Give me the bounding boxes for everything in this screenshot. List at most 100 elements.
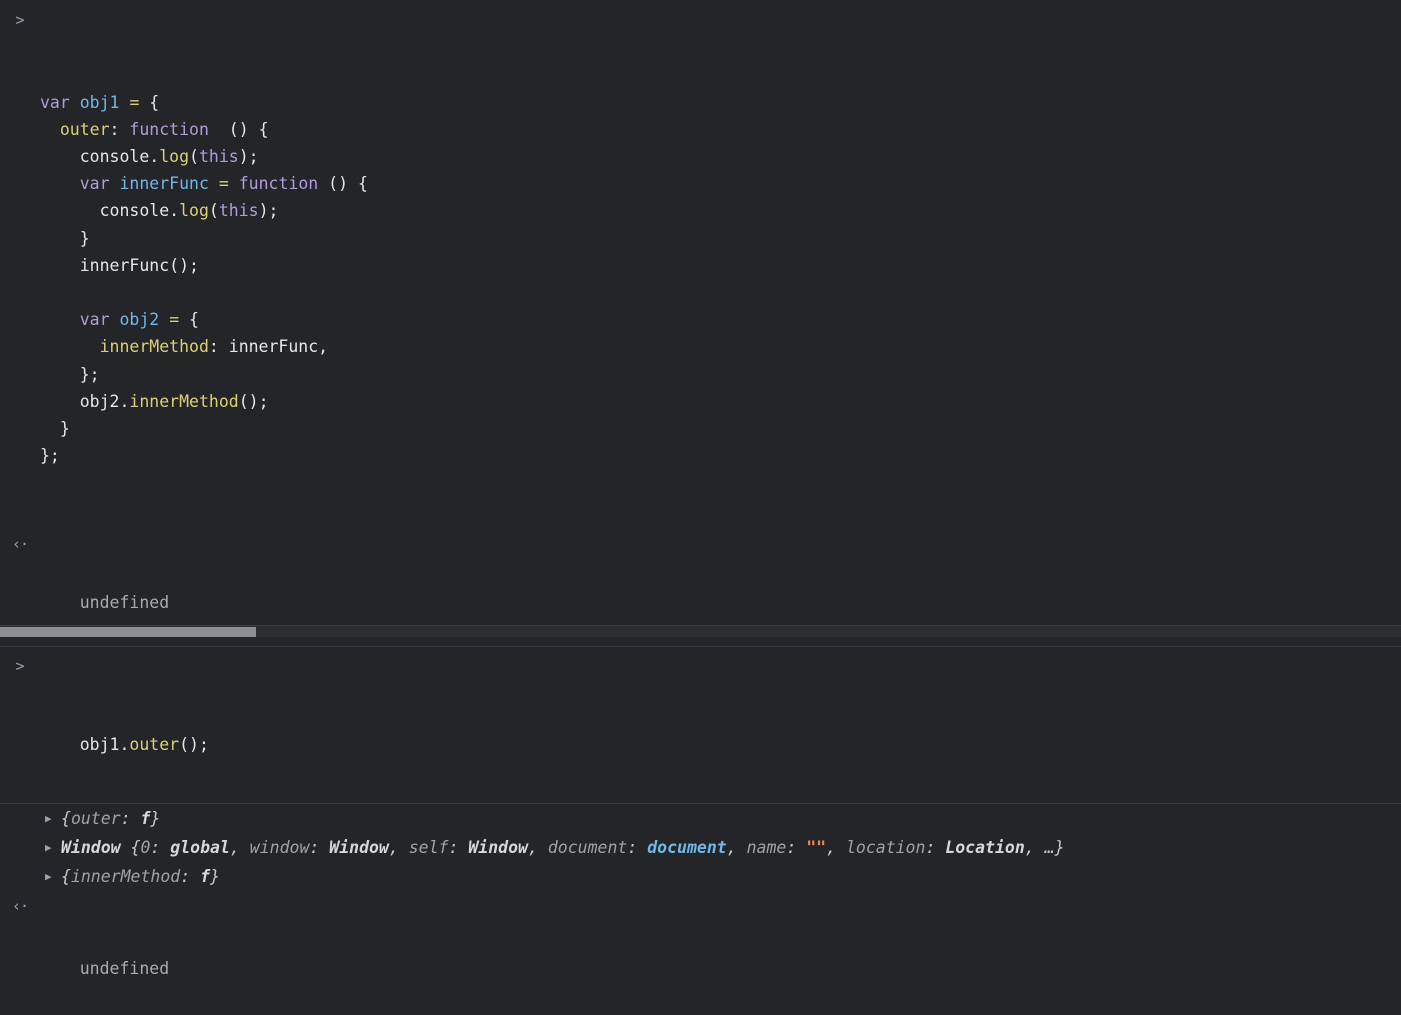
object-preview-text: Window {0: global, window: Window, self:… — [45, 833, 1065, 862]
horizontal-scrollbar-track[interactable] — [0, 625, 1401, 637]
code-token: innerFunc — [119, 174, 209, 194]
code-token: ); — [258, 201, 279, 221]
code-token: () { — [318, 174, 368, 194]
source-code-lines: var obj1 = { outer: function () { consol… — [40, 89, 1401, 470]
prompt-chevron-icon: > — [15, 11, 25, 29]
log-output-window[interactable]: ▶ Window {0: global, window: Window, self… — [0, 832, 1401, 862]
object-preview-token: { — [120, 837, 141, 857]
object-preview-token: outer — [70, 808, 121, 828]
code-line: outer: function () { — [40, 116, 1401, 143]
code-token: obj2. — [79, 391, 130, 411]
result-value: undefined — [79, 592, 170, 612]
code-line: innerFunc(); — [40, 252, 1401, 279]
code-token: { — [179, 310, 199, 330]
code-token: this — [198, 147, 239, 167]
call-expression-text: obj1.outer(); — [80, 735, 209, 754]
code-token: = — [169, 310, 180, 330]
object-preview-token: window — [249, 837, 310, 857]
code-token: log — [159, 147, 190, 167]
code-line: obj2.innerMethod(); — [40, 388, 1401, 415]
code-line: var innerFunc = function () { — [40, 170, 1401, 197]
code-token: }; — [79, 364, 100, 384]
log-output-outer-this[interactable]: ▶ {outer: f} — [0, 803, 1401, 833]
object-preview-token: { — [61, 808, 71, 828]
code-line: var obj2 = { — [40, 306, 1401, 333]
code-token: function — [238, 174, 319, 194]
code-token: log — [179, 201, 209, 221]
object-preview-token: } — [150, 808, 161, 828]
code-line: } — [40, 225, 1401, 252]
object-preview-token: Window — [329, 837, 389, 857]
code-token: = — [129, 92, 140, 112]
object-preview-token: , — [527, 837, 548, 857]
code-line: innerMethod: innerFunc, — [40, 333, 1401, 360]
code-token: ); — [238, 147, 259, 167]
disclosure-triangle-icon[interactable]: ▶ — [45, 833, 52, 862]
console-output-group: ▶ {outer: f} ▶ Window {0: global, window: W… — [0, 803, 1401, 891]
code-token: var — [79, 310, 110, 330]
code-token: }; — [40, 446, 60, 466]
code-token: innerFunc(); — [79, 255, 199, 275]
object-preview-token: name — [746, 837, 787, 857]
code-line: var obj1 = { — [40, 89, 1401, 116]
code-token: (); — [179, 734, 209, 754]
object-preview-token: , — [229, 837, 250, 857]
code-token: outer — [129, 734, 180, 754]
code-token: () { — [208, 119, 269, 139]
code-token: function — [129, 119, 209, 139]
disclosure-triangle-icon[interactable]: ▶ — [45, 862, 52, 891]
object-preview-token: "" — [806, 837, 827, 857]
code-token: (); — [238, 391, 269, 411]
code-token: } — [79, 228, 90, 248]
object-preview-text: {innerMethod: f} — [45, 862, 220, 891]
console-input-obj1-outer-call[interactable]: > obj1.outer(); — [0, 645, 1401, 804]
code-token: var — [79, 174, 110, 194]
code-token: this — [218, 201, 259, 221]
code-token: { — [139, 92, 160, 112]
code-token: console. — [99, 201, 180, 221]
object-preview-token: location — [845, 837, 926, 857]
response-arrow-icon-2: ‹· — [11, 896, 29, 915]
code-token: obj1 — [79, 92, 120, 112]
horizontal-scrollbar-thumb[interactable] — [0, 627, 256, 637]
object-preview-token: : — [448, 837, 469, 857]
object-preview-token: …} — [1044, 837, 1065, 857]
object-preview-token: , — [1024, 837, 1045, 857]
object-preview-token: } — [210, 866, 220, 886]
code-token: ( — [189, 147, 199, 167]
console-result-undefined-2: ‹· undefined — [0, 890, 1401, 1015]
code-token: console. — [79, 147, 160, 167]
code-line: }; — [40, 442, 1401, 469]
code-line: } — [40, 415, 1401, 442]
code-line: console.log(this); — [40, 197, 1401, 224]
devtools-console-panel[interactable]: > var obj1 = { outer: function () { cons… — [0, 0, 1401, 1015]
object-preview-token: : — [627, 837, 648, 857]
console-input-expression[interactable]: > var obj1 = { outer: function () { cons… — [0, 0, 1401, 530]
log-output-innermethod-this[interactable]: ▶ {innerMethod: f} — [0, 861, 1401, 891]
object-preview-token: Window — [61, 837, 121, 857]
object-preview-token: 0 — [140, 837, 151, 857]
code-token: var — [40, 92, 70, 112]
code-token: obj1. — [79, 734, 130, 754]
object-preview-token: Location — [945, 837, 1025, 857]
object-preview-text: {outer: f} — [45, 804, 160, 833]
code-token: } — [59, 419, 70, 439]
object-preview-token: document — [647, 837, 727, 857]
code-line: console.log(this); — [40, 143, 1401, 170]
object-preview-token: : — [925, 837, 946, 857]
code-token: = — [218, 174, 229, 194]
object-preview-token: Window — [468, 837, 528, 857]
code-token: innerMethod — [129, 391, 239, 411]
code-token: obj2 — [119, 310, 160, 330]
disclosure-triangle-icon[interactable]: ▶ — [45, 804, 52, 833]
response-arrow-icon: ‹· — [11, 534, 29, 553]
object-preview-token: , — [726, 837, 747, 857]
